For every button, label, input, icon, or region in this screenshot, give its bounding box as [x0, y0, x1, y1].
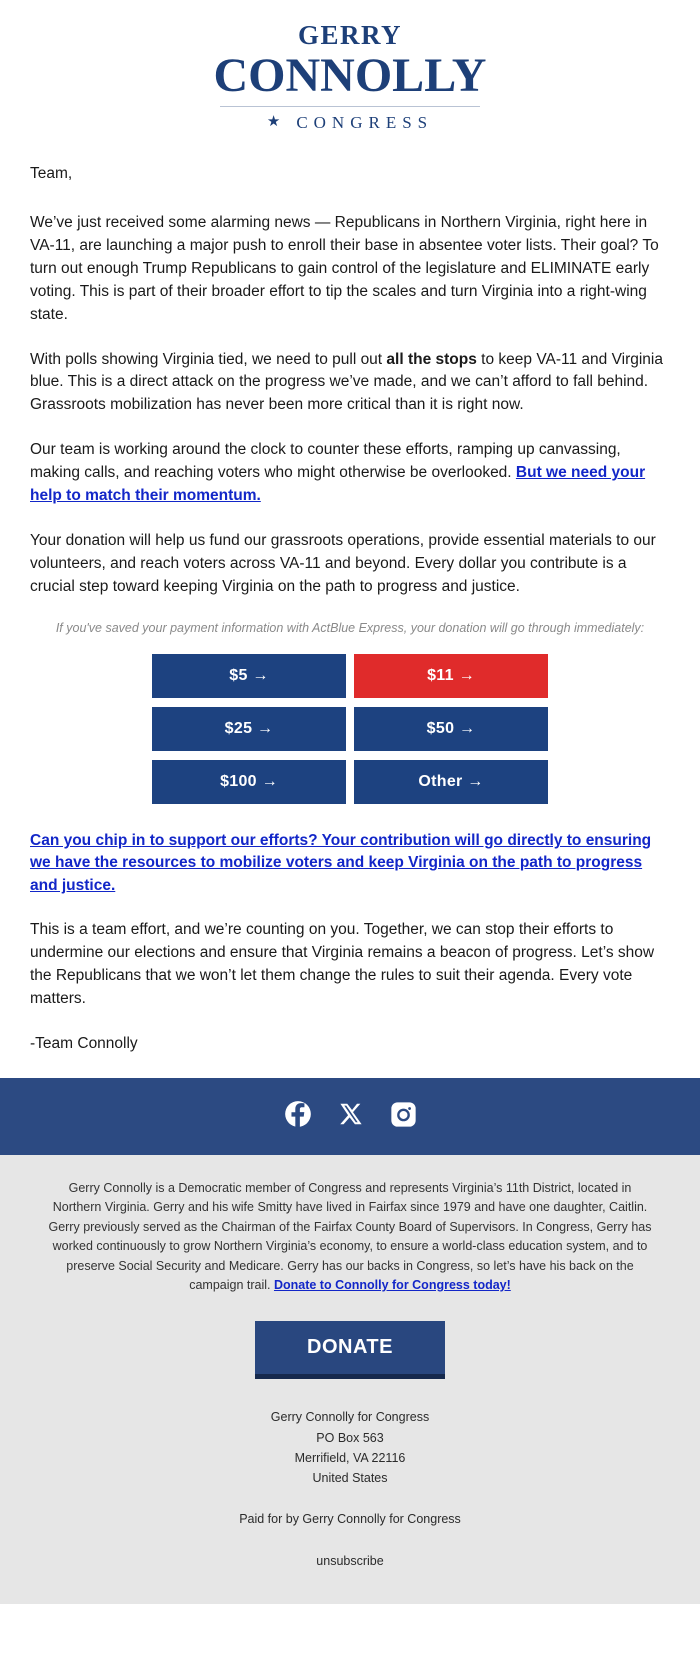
paragraph-4: Your donation will help us fund our gras… — [30, 532, 656, 596]
donate-button[interactable]: DONATE — [255, 1321, 445, 1380]
logo-divider — [219, 105, 481, 107]
donate-amount-5[interactable]: $5 → — [152, 653, 346, 698]
chip-in-cta-link[interactable]: Can you chip in to support our efforts? … — [30, 832, 651, 894]
address-line-4: United States — [312, 1471, 388, 1486]
social-links-bar — [0, 1078, 700, 1156]
footer-bio: Gerry Connolly is a Democratic member of… — [48, 1179, 652, 1295]
instagram-icon[interactable] — [390, 1101, 417, 1133]
address-line-2: PO Box 563 — [316, 1430, 384, 1445]
donate-amount-50[interactable]: $50 → — [354, 706, 548, 751]
paragraph-1: We’ve just received some alarming news —… — [30, 213, 659, 323]
unsubscribe-link[interactable]: unsubscribe — [316, 1554, 383, 1568]
cta-link-block: Can you chip in to support our efforts? … — [30, 830, 670, 897]
address-line-1: Gerry Connolly for Congress — [270, 1410, 430, 1425]
paragraph-2-emphasis: all the stops — [386, 350, 477, 368]
paragraph-5: This is a team effort, and we’re countin… — [30, 921, 655, 1008]
logo-first-name: GERRY — [297, 20, 403, 50]
x-twitter-icon[interactable] — [338, 1101, 364, 1132]
logo-subtitle: CONGRESS — [296, 112, 434, 132]
campaign-logo: GERRY CONNOLLY ★ CONGRESS — [214, 22, 487, 131]
email-header: GERRY CONNOLLY ★ CONGRESS — [0, 0, 700, 157]
greeting: Team, — [30, 164, 73, 182]
donate-button-wrap: DONATE — [48, 1321, 652, 1380]
donation-amount-grid: $5 → $11 → $25 → $50 → $100 → Other → — [30, 653, 670, 804]
footer-donate-link[interactable]: Donate to Connolly for Congress today! — [274, 1278, 511, 1292]
donate-amount-11[interactable]: $11 → — [354, 653, 548, 698]
footer-bio-text: Gerry Connolly is a Democratic member of… — [48, 1181, 652, 1292]
address-line-3: Merrifield, VA 22116 — [294, 1450, 406, 1465]
logo-last-name: CONNOLLY — [213, 49, 487, 102]
paragraph-3: Our team is working around the clock to … — [30, 439, 670, 508]
star-icon: ★ — [266, 113, 287, 130]
committee-address: Gerry Connolly for Congress PO Box 563 M… — [48, 1407, 652, 1488]
actblue-express-disclaimer: If you've saved your payment information… — [55, 620, 645, 635]
donate-amount-other[interactable]: Other → — [354, 759, 548, 804]
donate-amount-100[interactable]: $100 → — [152, 759, 346, 804]
signoff: -Team Connolly — [30, 1035, 138, 1053]
paragraph-2: With polls showing Virginia tied, we nee… — [30, 349, 670, 418]
email-body: Team, We’ve just received some alarming … — [0, 157, 700, 1056]
email-footer: Gerry Connolly is a Democratic member of… — [0, 1155, 700, 1605]
email-page: GERRY CONNOLLY ★ CONGRESS Team, We’ve ju… — [0, 0, 700, 1605]
paid-for-disclaimer: Paid for by Gerry Connolly for Congress — [239, 1512, 461, 1527]
facebook-icon[interactable] — [284, 1100, 312, 1133]
logo-subtitle-row: ★ CONGRESS — [214, 114, 487, 131]
donate-amount-25[interactable]: $25 → — [152, 706, 346, 751]
paragraph-2-text-before: With polls showing Virginia tied, we nee… — [30, 350, 387, 368]
